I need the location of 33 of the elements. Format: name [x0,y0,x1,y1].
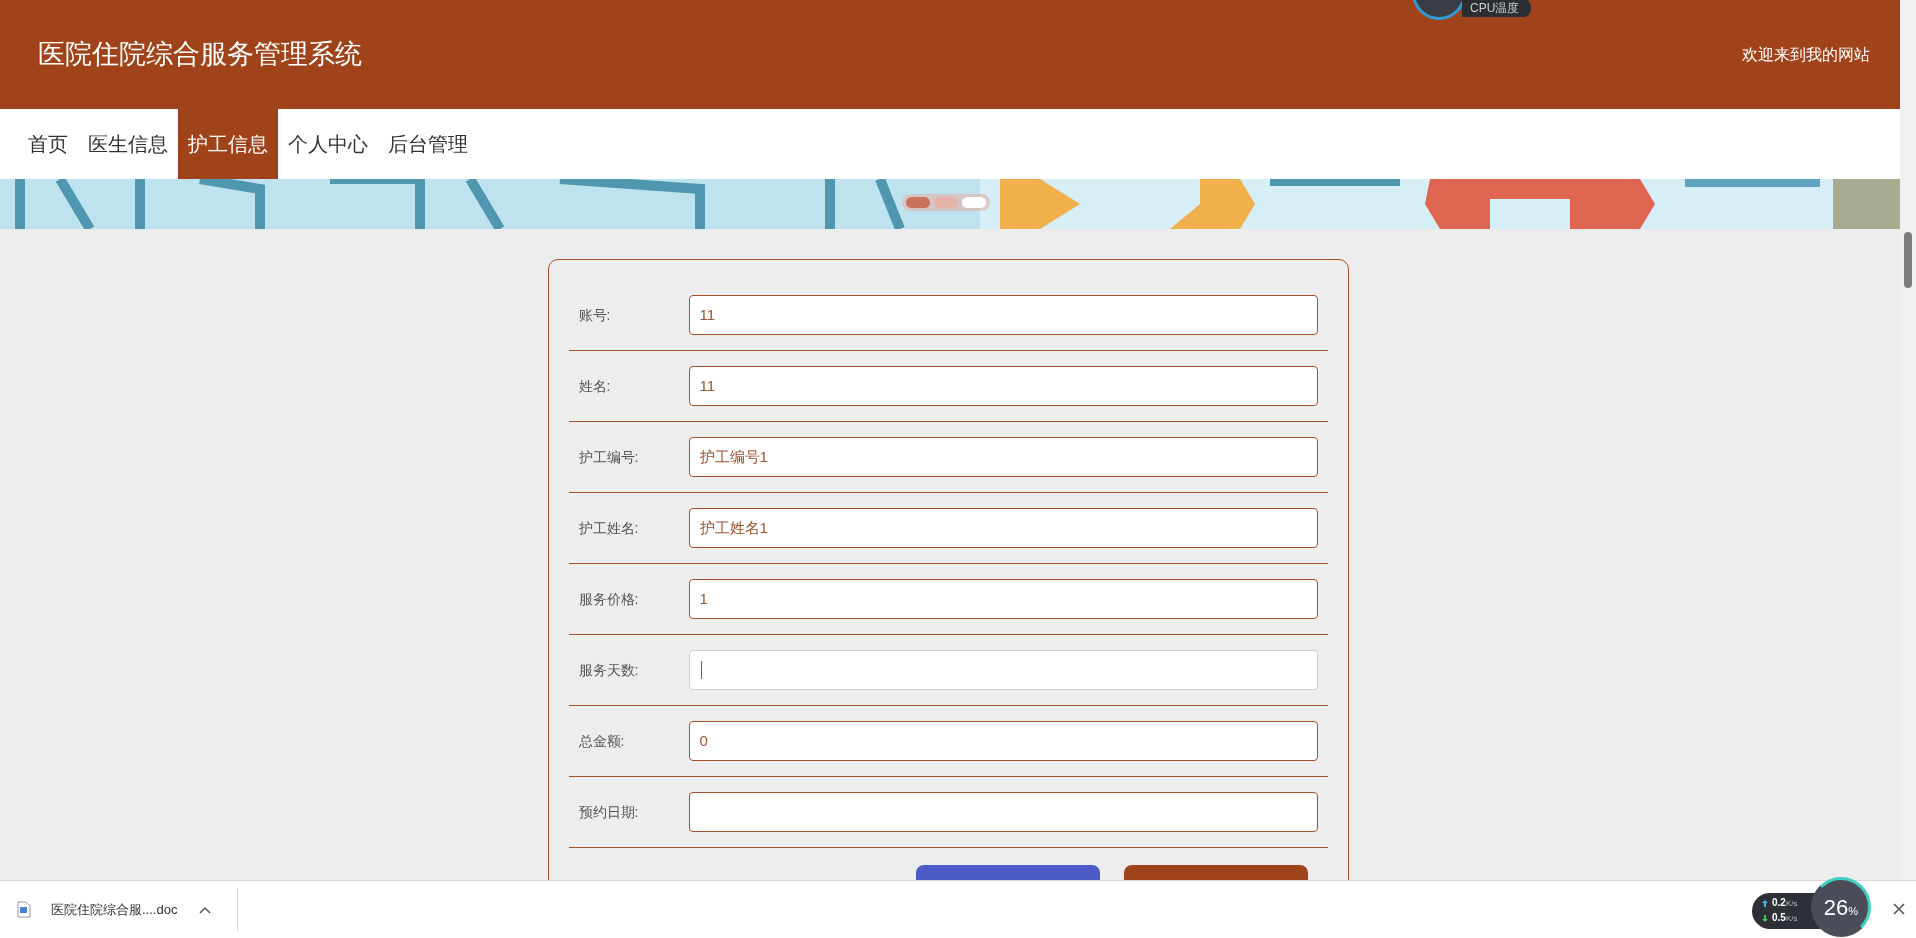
site-title: 医院住院综合服务管理系统 [38,37,362,72]
upload-speed: 0.2K/s [1772,896,1798,910]
download-arrow-icon [1762,915,1768,922]
nav-tab[interactable]: 护工信息 [178,109,278,179]
percent-gauge: 26% [1811,877,1871,937]
input-field[interactable]: 11 [688,295,1318,335]
welcome-text: 欢迎来到我的网站 [1742,44,1870,65]
document-icon [17,901,31,918]
nav-tab[interactable]: 个人中心 [278,109,378,179]
download-speed: 0.5K/s [1772,911,1798,925]
cpu-widget: CPU温度 [1412,0,1532,20]
field-label: 预约日期: [578,802,640,822]
field-label: 总金额: [578,731,626,751]
nav-tab[interactable]: 首页 [18,109,78,179]
upload-arrow-icon [1762,900,1768,907]
input-field[interactable]: 1 [688,579,1318,619]
field-label: 服务价格: [578,589,640,609]
input-field[interactable]: 护工编号1 [688,437,1318,477]
field-label: 护工编号: [578,447,640,467]
caret-icon[interactable] [199,905,212,914]
download-file-name[interactable]: 医院住院综合服....doc [51,899,178,920]
input-field[interactable]: 11 [688,366,1318,406]
field-label: 服务天数: [578,660,640,680]
close-icon[interactable] [1893,903,1905,915]
field-label: 姓名: [578,376,612,396]
input-field[interactable] [688,792,1318,832]
input-field[interactable]: 0 [688,721,1318,761]
scrollbar[interactable] [1900,0,1916,880]
nav-tab[interactable]: 后台管理 [378,109,478,179]
input-field[interactable]: 护工姓名1 [688,508,1318,548]
nav-tab[interactable]: 医生信息 [78,109,178,179]
field-label: 账号: [578,305,612,325]
field-label: 护工姓名: [578,518,640,538]
